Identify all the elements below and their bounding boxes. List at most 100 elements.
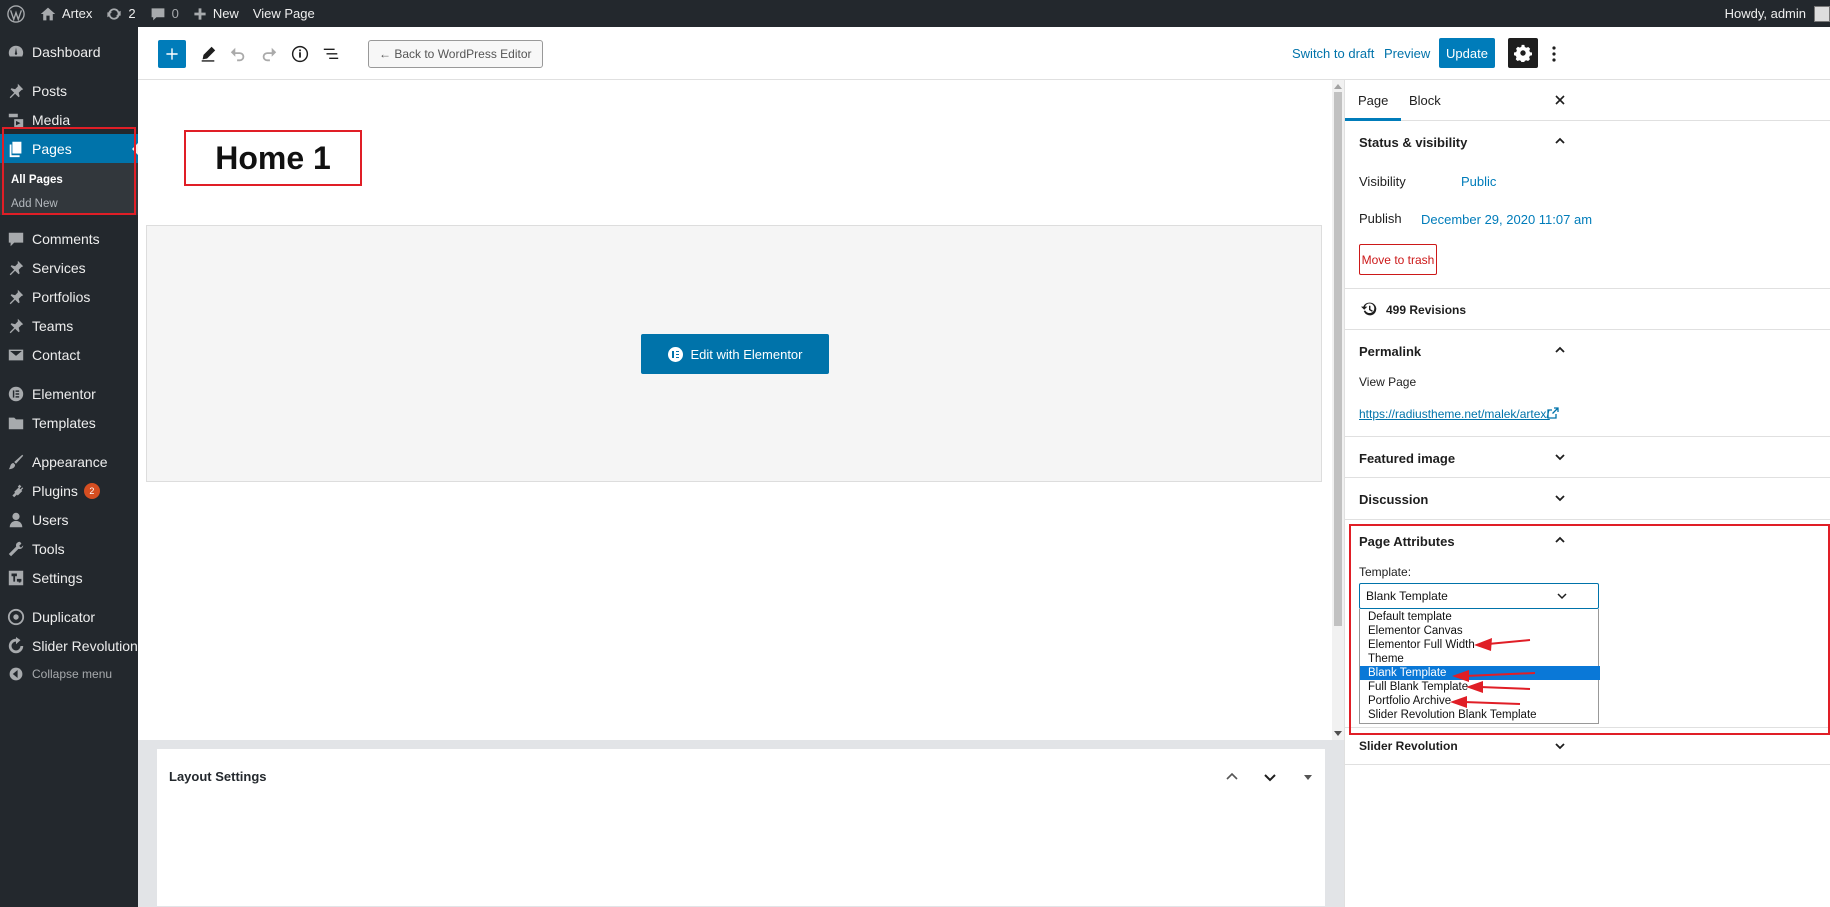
revisions-icon (1361, 301, 1377, 317)
featured-image-panel: Featured image (1345, 437, 1830, 478)
sidebar-item-dashboard[interactable]: Dashboard (0, 37, 138, 66)
wrench-icon (6, 539, 26, 559)
sidebar-item-label: Contact (32, 346, 81, 363)
site-name-link[interactable]: Artex (33, 0, 99, 27)
duplicator-icon (6, 607, 26, 627)
sidebar-item-services[interactable]: Services (0, 253, 138, 282)
settings-icon (6, 568, 26, 588)
chevron-up-icon[interactable] (1553, 343, 1567, 357)
external-link-icon (1547, 407, 1559, 419)
refresh-icon (6, 636, 26, 656)
more-vertical-icon (1552, 46, 1556, 62)
visibility-value[interactable]: Public (1461, 174, 1496, 189)
sidebar-item-duplicator[interactable]: Duplicator (0, 602, 138, 631)
undo-button[interactable] (224, 40, 252, 68)
sidebar-item-portfolios[interactable]: Portfolios (0, 282, 138, 311)
sidebar-item-appearance[interactable]: Appearance (0, 447, 138, 476)
sidebar-item-label: Settings (32, 569, 83, 586)
settings-sidebar: Page Block Status & visibility Visibilit… (1344, 80, 1830, 907)
chevron-down-icon[interactable] (1553, 491, 1567, 505)
redo-icon (260, 45, 278, 63)
sidebar-item-teams[interactable]: Teams (0, 311, 138, 340)
plugins-update-badge: 2 (83, 482, 100, 499)
updates-icon (106, 6, 122, 22)
toggle-panel-icon[interactable] (1298, 767, 1318, 787)
sidebar-item-templates[interactable]: Templates (0, 408, 138, 437)
discussion-panel: Discussion (1345, 478, 1830, 520)
sidebar-item-label: Portfolios (32, 288, 91, 305)
dashboard-icon (6, 42, 26, 62)
status-visibility-toggle[interactable]: Status & visibility (1359, 135, 1467, 150)
sidebar-item-elementor[interactable]: Elementor (0, 379, 138, 408)
sidebar-item-posts[interactable]: Posts (0, 76, 138, 105)
add-block-button[interactable] (158, 40, 186, 68)
view-page-link[interactable]: View Page (246, 0, 322, 27)
sidebar-tabs: Page Block (1345, 80, 1830, 121)
sidebar-item-label: Teams (32, 317, 74, 334)
collapse-menu-button[interactable]: Collapse menu (0, 659, 138, 688)
plugin-icon (6, 481, 26, 501)
switch-to-draft-button[interactable]: Switch to draft (1292, 46, 1374, 61)
sidebar-item-label: Duplicator (32, 608, 96, 625)
tab-page[interactable]: Page (1345, 80, 1401, 121)
permalink-url-link[interactable]: https://radiustheme.net/malek/artex/ (1359, 407, 1550, 421)
outline-button[interactable] (317, 40, 345, 68)
permalink-toggle[interactable]: Permalink (1359, 344, 1421, 359)
comments-link[interactable]: 0 (143, 0, 186, 27)
edit-with-elementor-button[interactable]: Edit with Elementor (641, 334, 829, 374)
details-button[interactable] (286, 40, 314, 68)
updates-link[interactable]: 2 (99, 0, 142, 27)
discussion-toggle[interactable]: Discussion (1359, 492, 1428, 507)
site-name: Artex (62, 6, 93, 21)
status-visibility-panel: Status & visibility Visibility Public Pu… (1345, 121, 1830, 289)
featured-image-toggle[interactable]: Featured image (1359, 451, 1455, 466)
move-up-icon[interactable] (1222, 767, 1242, 787)
layout-settings-title[interactable]: Layout Settings (169, 769, 267, 784)
sidebar-item-label: Users (32, 511, 69, 528)
canvas-scrollbar[interactable] (1332, 80, 1344, 740)
info-icon (291, 45, 309, 63)
undo-icon (229, 45, 247, 63)
elementor-icon (6, 384, 26, 404)
comments-count: 0 (171, 6, 179, 21)
sidebar-item-users[interactable]: Users (0, 505, 138, 534)
sidebar-item-settings[interactable]: Settings (0, 563, 138, 592)
publish-date[interactable]: December 29, 2020 11:07 am (1421, 212, 1592, 227)
sidebar-item-label: Posts (32, 82, 68, 99)
update-button[interactable]: Update (1439, 38, 1495, 68)
scrollbar-thumb[interactable] (1334, 92, 1342, 626)
settings-button[interactable] (1508, 38, 1538, 68)
close-icon[interactable] (1552, 92, 1568, 108)
sidebar-item-tools[interactable]: Tools (0, 534, 138, 563)
account-menu[interactable]: Howdy, admin (1718, 0, 1830, 27)
move-down-icon[interactable] (1260, 767, 1280, 787)
view-page-label: View Page (1359, 375, 1417, 389)
scroll-up-arrow-icon[interactable] (1334, 84, 1342, 89)
move-to-trash-button[interactable]: Move to trash (1359, 244, 1437, 275)
chevron-down-icon[interactable] (1553, 739, 1567, 753)
chevron-down-icon[interactable] (1553, 450, 1567, 464)
visibility-label: Visibility (1359, 174, 1406, 189)
back-to-wordpress-editor-button[interactable]: ← Back to WordPress Editor (368, 40, 543, 68)
pencil-icon (199, 45, 217, 63)
comment-icon (6, 229, 26, 249)
sidebar-item-plugins[interactable]: Plugins 2 (0, 476, 138, 505)
more-options-button[interactable] (1547, 42, 1561, 66)
sidebar-item-comments[interactable]: Comments (0, 224, 138, 253)
tab-block[interactable]: Block (1396, 80, 1454, 121)
wordpress-logo-icon[interactable] (0, 0, 33, 27)
preview-button[interactable]: Preview (1384, 46, 1430, 61)
slider-revolution-toggle[interactable]: Slider Revolution (1359, 739, 1458, 753)
redo-button[interactable] (255, 40, 283, 68)
chevron-up-icon[interactable] (1553, 134, 1567, 148)
plus-icon (165, 47, 179, 61)
new-label: New (212, 6, 239, 21)
new-content-link[interactable]: New (186, 0, 246, 27)
sidebar-item-slider-revolution[interactable]: Slider Revolution (0, 631, 138, 660)
sidebar-item-label: Comments (32, 230, 100, 247)
revisions-panel[interactable]: 499 Revisions (1345, 289, 1830, 330)
permalink-panel: Permalink View Page https://radiustheme.… (1345, 330, 1830, 437)
sidebar-item-contact[interactable]: Contact (0, 340, 138, 369)
tools-button[interactable] (194, 40, 222, 68)
scroll-down-arrow-icon[interactable] (1334, 731, 1342, 736)
